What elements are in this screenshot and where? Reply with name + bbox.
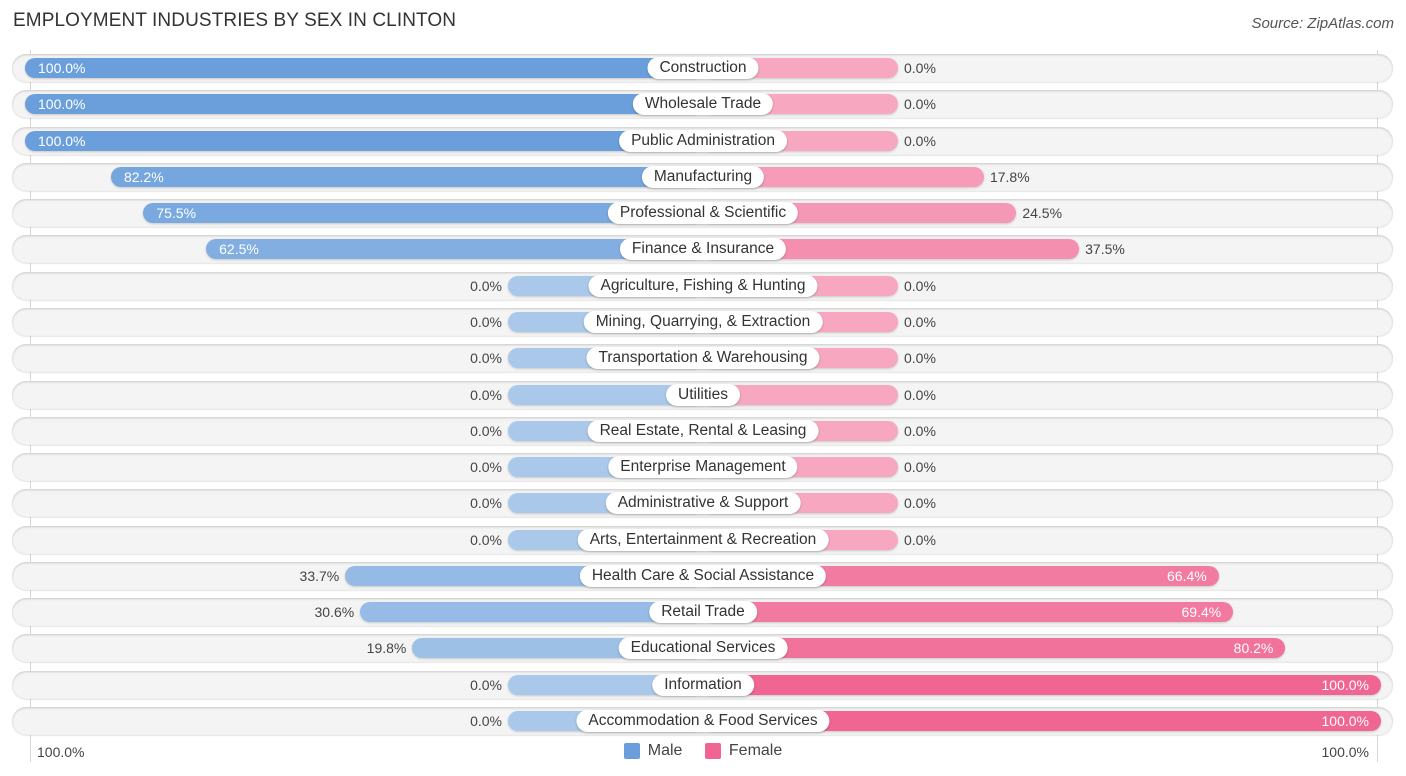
category-label: Construction bbox=[647, 57, 759, 79]
male-bar[interactable] bbox=[110, 166, 703, 187]
female-value-label: 66.4% bbox=[1167, 567, 1207, 584]
female-value-label: 37.5% bbox=[1085, 241, 1125, 258]
legend: Male Female bbox=[0, 742, 1406, 764]
chart-title: EMPLOYMENT INDUSTRIES BY SEX IN CLINTON bbox=[13, 10, 457, 31]
category-label: Wholesale Trade bbox=[632, 93, 774, 116]
legend-swatch-female bbox=[704, 743, 721, 759]
category-label: Manufacturing bbox=[641, 165, 765, 188]
male-value-label: 0.0% bbox=[470, 495, 502, 512]
category-label: Real Estate, Rental & Leasing bbox=[587, 419, 819, 442]
category-label: Professional & Scientific bbox=[607, 202, 799, 225]
female-bar[interactable] bbox=[703, 638, 1286, 659]
female-value-label: 0.0% bbox=[904, 313, 936, 330]
category-label: Agriculture, Fishing & Hunting bbox=[588, 274, 818, 297]
legend-label-female: Female bbox=[728, 742, 783, 759]
female-value-label: 0.0% bbox=[904, 132, 936, 149]
category-label: Transportation & Warehousing bbox=[586, 347, 820, 370]
female-value-label: 100.0% bbox=[1321, 713, 1369, 730]
male-value-label: 82.2% bbox=[123, 168, 164, 185]
male-value-label: 100.0% bbox=[38, 132, 86, 149]
male-value-label: 100.0% bbox=[38, 60, 86, 76]
male-value-label: 0.0% bbox=[470, 313, 502, 330]
male-value-label: 0.0% bbox=[470, 386, 502, 403]
male-value-label: 19.8% bbox=[366, 640, 407, 657]
category-label: Public Administration bbox=[619, 129, 787, 152]
category-label: Mining, Quarrying, & Extraction bbox=[583, 310, 823, 333]
category-label: Health Care & Social Assistance bbox=[579, 564, 827, 587]
male-value-label: 75.5% bbox=[156, 205, 197, 222]
category-label: Accommodation & Food Services bbox=[576, 710, 830, 733]
male-value-label: 62.5% bbox=[219, 241, 259, 258]
female-bar[interactable] bbox=[703, 674, 1381, 695]
category-label: Information bbox=[652, 673, 754, 696]
male-value-label: 30.6% bbox=[314, 604, 355, 621]
female-value-label: 69.4% bbox=[1181, 604, 1222, 621]
male-bar[interactable] bbox=[25, 94, 703, 115]
female-value-label: 0.0% bbox=[904, 459, 936, 476]
female-value-label: 0.0% bbox=[904, 96, 936, 113]
male-value-label: 0.0% bbox=[470, 713, 502, 730]
female-value-label: 0.0% bbox=[904, 386, 936, 403]
female-value-label: 24.5% bbox=[1022, 205, 1063, 222]
source-credit: Source: ZipAtlas.com bbox=[1251, 15, 1394, 32]
male-value-label: 0.0% bbox=[470, 676, 502, 693]
category-label: Utilities bbox=[666, 383, 740, 406]
category-label: Retail Trade bbox=[649, 601, 757, 624]
female-value-label: 0.0% bbox=[904, 531, 936, 548]
category-label: Administrative & Support bbox=[605, 492, 801, 515]
female-value-label: 0.0% bbox=[904, 350, 936, 367]
male-value-label: 0.0% bbox=[470, 531, 502, 548]
female-value-label: 17.8% bbox=[989, 168, 1030, 185]
legend-label-male: Male bbox=[647, 742, 683, 759]
female-value-label: 0.0% bbox=[904, 422, 936, 439]
male-value-label: 0.0% bbox=[470, 350, 502, 367]
male-value-label: 33.7% bbox=[299, 567, 340, 584]
male-bar[interactable] bbox=[25, 130, 703, 151]
category-label: Arts, Entertainment & Recreation bbox=[577, 528, 829, 551]
male-value-label: 100.0% bbox=[38, 96, 86, 113]
male-bar[interactable] bbox=[25, 58, 703, 78]
male-value-label: 0.0% bbox=[470, 422, 502, 439]
female-value-label: 0.0% bbox=[904, 277, 936, 294]
category-label: Enterprise Management bbox=[608, 456, 798, 479]
category-label: Finance & Insurance bbox=[619, 238, 787, 261]
male-value-label: 0.0% bbox=[470, 459, 502, 476]
female-value-label: 100.0% bbox=[1321, 676, 1369, 693]
legend-item-male[interactable]: Male bbox=[623, 742, 683, 760]
female-bar[interactable] bbox=[703, 602, 1234, 623]
male-value-label: 0.0% bbox=[470, 277, 502, 294]
female-value-label: 0.0% bbox=[904, 60, 936, 76]
category-label: Educational Services bbox=[618, 637, 788, 660]
legend-item-female[interactable]: Female bbox=[704, 742, 783, 760]
female-value-label: 0.0% bbox=[904, 495, 936, 512]
female-value-label: 80.2% bbox=[1233, 640, 1274, 657]
legend-swatch-male bbox=[623, 743, 640, 759]
